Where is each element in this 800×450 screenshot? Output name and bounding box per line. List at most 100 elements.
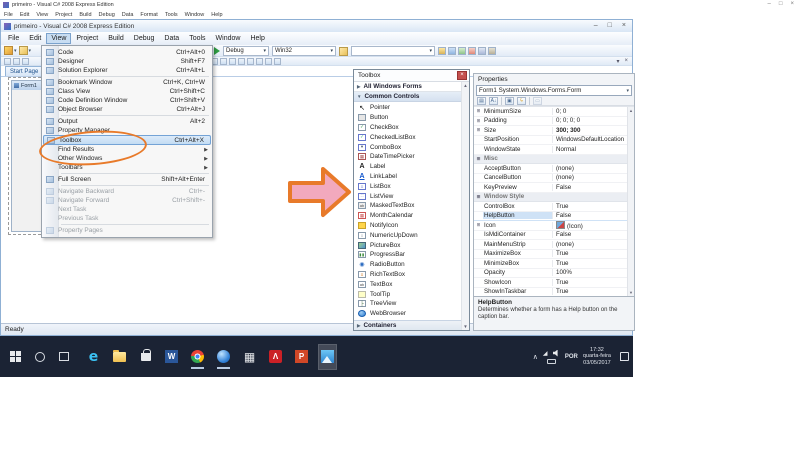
toolbox-item[interactable]: ComboBox	[354, 142, 469, 152]
object-selector-combo[interactable]: Form1 System.Windows.Forms.Form ▾	[476, 85, 632, 96]
property-pages-icon[interactable]: ▭	[533, 97, 542, 105]
toolbox-item[interactable]: CheckBox	[354, 123, 469, 133]
align-tops-icon[interactable]	[220, 58, 227, 65]
maximize-icon[interactable]: □	[608, 22, 612, 29]
outer-menu-item[interactable]: Tools	[165, 12, 178, 18]
view-menu-item[interactable]: Property Pages ▶	[43, 226, 211, 235]
taskbar-app[interactable]	[215, 345, 232, 369]
close-icon[interactable]: ×	[622, 22, 626, 29]
property-row[interactable]: ⊞ ControlBox True	[474, 202, 634, 212]
view-menu-item[interactable]: Class View Ctrl+Shift+C ▶	[43, 87, 211, 96]
menu-item[interactable]: Debug	[129, 33, 160, 44]
properties-view-icon[interactable]: ▣	[505, 97, 514, 105]
start-page-tb-icon[interactable]	[478, 47, 486, 55]
toolbox-item[interactable]: Label	[354, 162, 469, 172]
menu-item[interactable]: Window	[211, 33, 246, 44]
property-row[interactable]: ⊞ Window Style	[474, 193, 634, 203]
horizontal-spacing-icon[interactable]	[265, 58, 272, 65]
hidden-icons-chevron-icon[interactable]: ∧	[533, 353, 538, 361]
scroll-up-icon[interactable]: ▲	[629, 108, 633, 113]
property-row[interactable]: ⊞ MainMenuStrip (none)	[474, 240, 634, 250]
new-project-icon[interactable]	[4, 46, 13, 55]
solution-explorer-tb-icon[interactable]	[438, 47, 446, 55]
categorized-icon[interactable]: ▤	[477, 97, 486, 105]
touch-keyboard-icon[interactable]	[547, 359, 556, 364]
property-row[interactable]: ⊞ Icon (Icon)	[474, 221, 634, 231]
toolbox-item[interactable]: RadioButton	[354, 260, 469, 270]
view-menu-item[interactable]: Navigate Backward Ctrl+- ▶	[43, 187, 211, 196]
make-same-width-icon[interactable]	[247, 58, 254, 65]
object-browser-tb-icon[interactable]	[458, 47, 466, 55]
outer-menu-item[interactable]: Debug	[99, 12, 115, 18]
view-menu-item[interactable]: Output Alt+2 ▶	[43, 117, 211, 126]
language-indicator[interactable]: POR	[565, 354, 578, 360]
toolbox-item[interactable]: CheckedListBox	[354, 132, 469, 142]
alphabetical-icon[interactable]: A↓	[489, 97, 498, 105]
toolbox-item[interactable]: Pointer	[354, 103, 469, 113]
property-row[interactable]: ⊞ KeyPreview False	[474, 183, 634, 193]
expand-box-icon[interactable]: ⊞	[474, 156, 483, 162]
toolbox-item[interactable]: MaskedTextBox	[354, 201, 469, 211]
property-row[interactable]: ⊞ ShowIcon True	[474, 278, 634, 288]
solution-platforms-combo[interactable]: Win32▾	[272, 46, 336, 56]
open-file-icon[interactable]	[19, 46, 28, 55]
menu-item[interactable]: Tools	[184, 33, 210, 44]
maximize-icon[interactable]: □	[779, 1, 783, 7]
active-files-chevron-icon[interactable]: ▾	[616, 58, 619, 65]
outer-menu-item[interactable]: Build	[79, 12, 91, 18]
property-row[interactable]: ⊞ ShowInTaskbar True	[474, 288, 634, 297]
start-debugging-icon[interactable]	[214, 47, 220, 55]
make-same-height-icon[interactable]	[256, 58, 263, 65]
outer-menu-item[interactable]: Edit	[20, 12, 29, 18]
toolbox-item[interactable]: ListView	[354, 191, 469, 201]
property-row[interactable]: ⊞ Opacity 100%	[474, 269, 634, 279]
property-row[interactable]: ⊞ CancelButton (none)	[474, 174, 634, 184]
scroll-up-icon[interactable]: ▲	[463, 83, 467, 88]
expand-box-icon[interactable]: ⊞	[474, 118, 483, 124]
property-row[interactable]: ⊞ Misc	[474, 155, 634, 165]
outer-menu-item[interactable]: Help	[211, 12, 222, 18]
taskbar-app[interactable]	[111, 345, 128, 369]
view-menu-item[interactable]: Object Browser Ctrl+Alt+J ▶	[43, 105, 211, 114]
scroll-down-icon[interactable]: ▼	[629, 290, 633, 295]
toolbox-item[interactable]: TreeView	[354, 299, 469, 309]
cortana-search-icon[interactable]	[35, 352, 45, 362]
menu-item[interactable]: Help	[245, 33, 269, 44]
property-row[interactable]: ⊞ MaximizeBox True	[474, 250, 634, 260]
taskbar-app[interactable]	[163, 345, 180, 369]
volume-icon[interactable]	[553, 350, 560, 357]
vertical-spacing-icon[interactable]	[274, 58, 281, 65]
toolbox-item[interactable]: PictureBox	[354, 240, 469, 250]
menu-item[interactable]: View	[46, 33, 71, 44]
taskbar-app[interactable]	[85, 345, 102, 369]
chevron-down-icon[interactable]: ▾	[29, 48, 32, 54]
align-middles-icon[interactable]	[229, 58, 236, 65]
toolbox-item[interactable]: LinkLabel	[354, 172, 469, 182]
error-list-tb-icon[interactable]	[468, 47, 476, 55]
outer-menu-item[interactable]: View	[36, 12, 48, 18]
view-menu-item[interactable]: Next Task ▶	[43, 205, 211, 214]
expand-box-icon[interactable]: ⊞	[474, 108, 483, 114]
property-row[interactable]: ⊞ HelpButton False	[474, 212, 634, 222]
outer-menu-item[interactable]: Window	[185, 12, 205, 18]
properties-scrollbar[interactable]: ▲ ▼	[627, 107, 634, 296]
tab-start-page[interactable]: Start Page	[5, 66, 43, 76]
close-icon[interactable]: ×	[457, 71, 467, 80]
menu-item[interactable]: Project	[71, 33, 103, 44]
view-menu-item[interactable]: Full Screen Shift+Alt+Enter ▶	[43, 175, 211, 184]
toolbox-item[interactable]: Button	[354, 113, 469, 123]
outer-menu-item[interactable]: File	[4, 12, 13, 18]
toolbox-item[interactable]: NumericUpDown	[354, 230, 469, 240]
print-icon[interactable]	[22, 58, 29, 65]
align-bottoms-icon[interactable]	[238, 58, 245, 65]
toolbox-item[interactable]: MonthCalendar	[354, 211, 469, 221]
expand-box-icon[interactable]: ⊞	[474, 194, 483, 200]
toolbox-tb-icon[interactable]	[488, 47, 496, 55]
menu-item[interactable]: File	[3, 33, 24, 44]
chevron-down-icon[interactable]: ▾	[14, 48, 17, 54]
menu-item[interactable]: Data	[159, 33, 184, 44]
toolbox-item[interactable]: ListBox	[354, 181, 469, 191]
outer-menu-item[interactable]: Format	[140, 12, 157, 18]
toolbox-item[interactable]: RichTextBox	[354, 270, 469, 280]
taskbar-app[interactable]	[241, 345, 258, 369]
